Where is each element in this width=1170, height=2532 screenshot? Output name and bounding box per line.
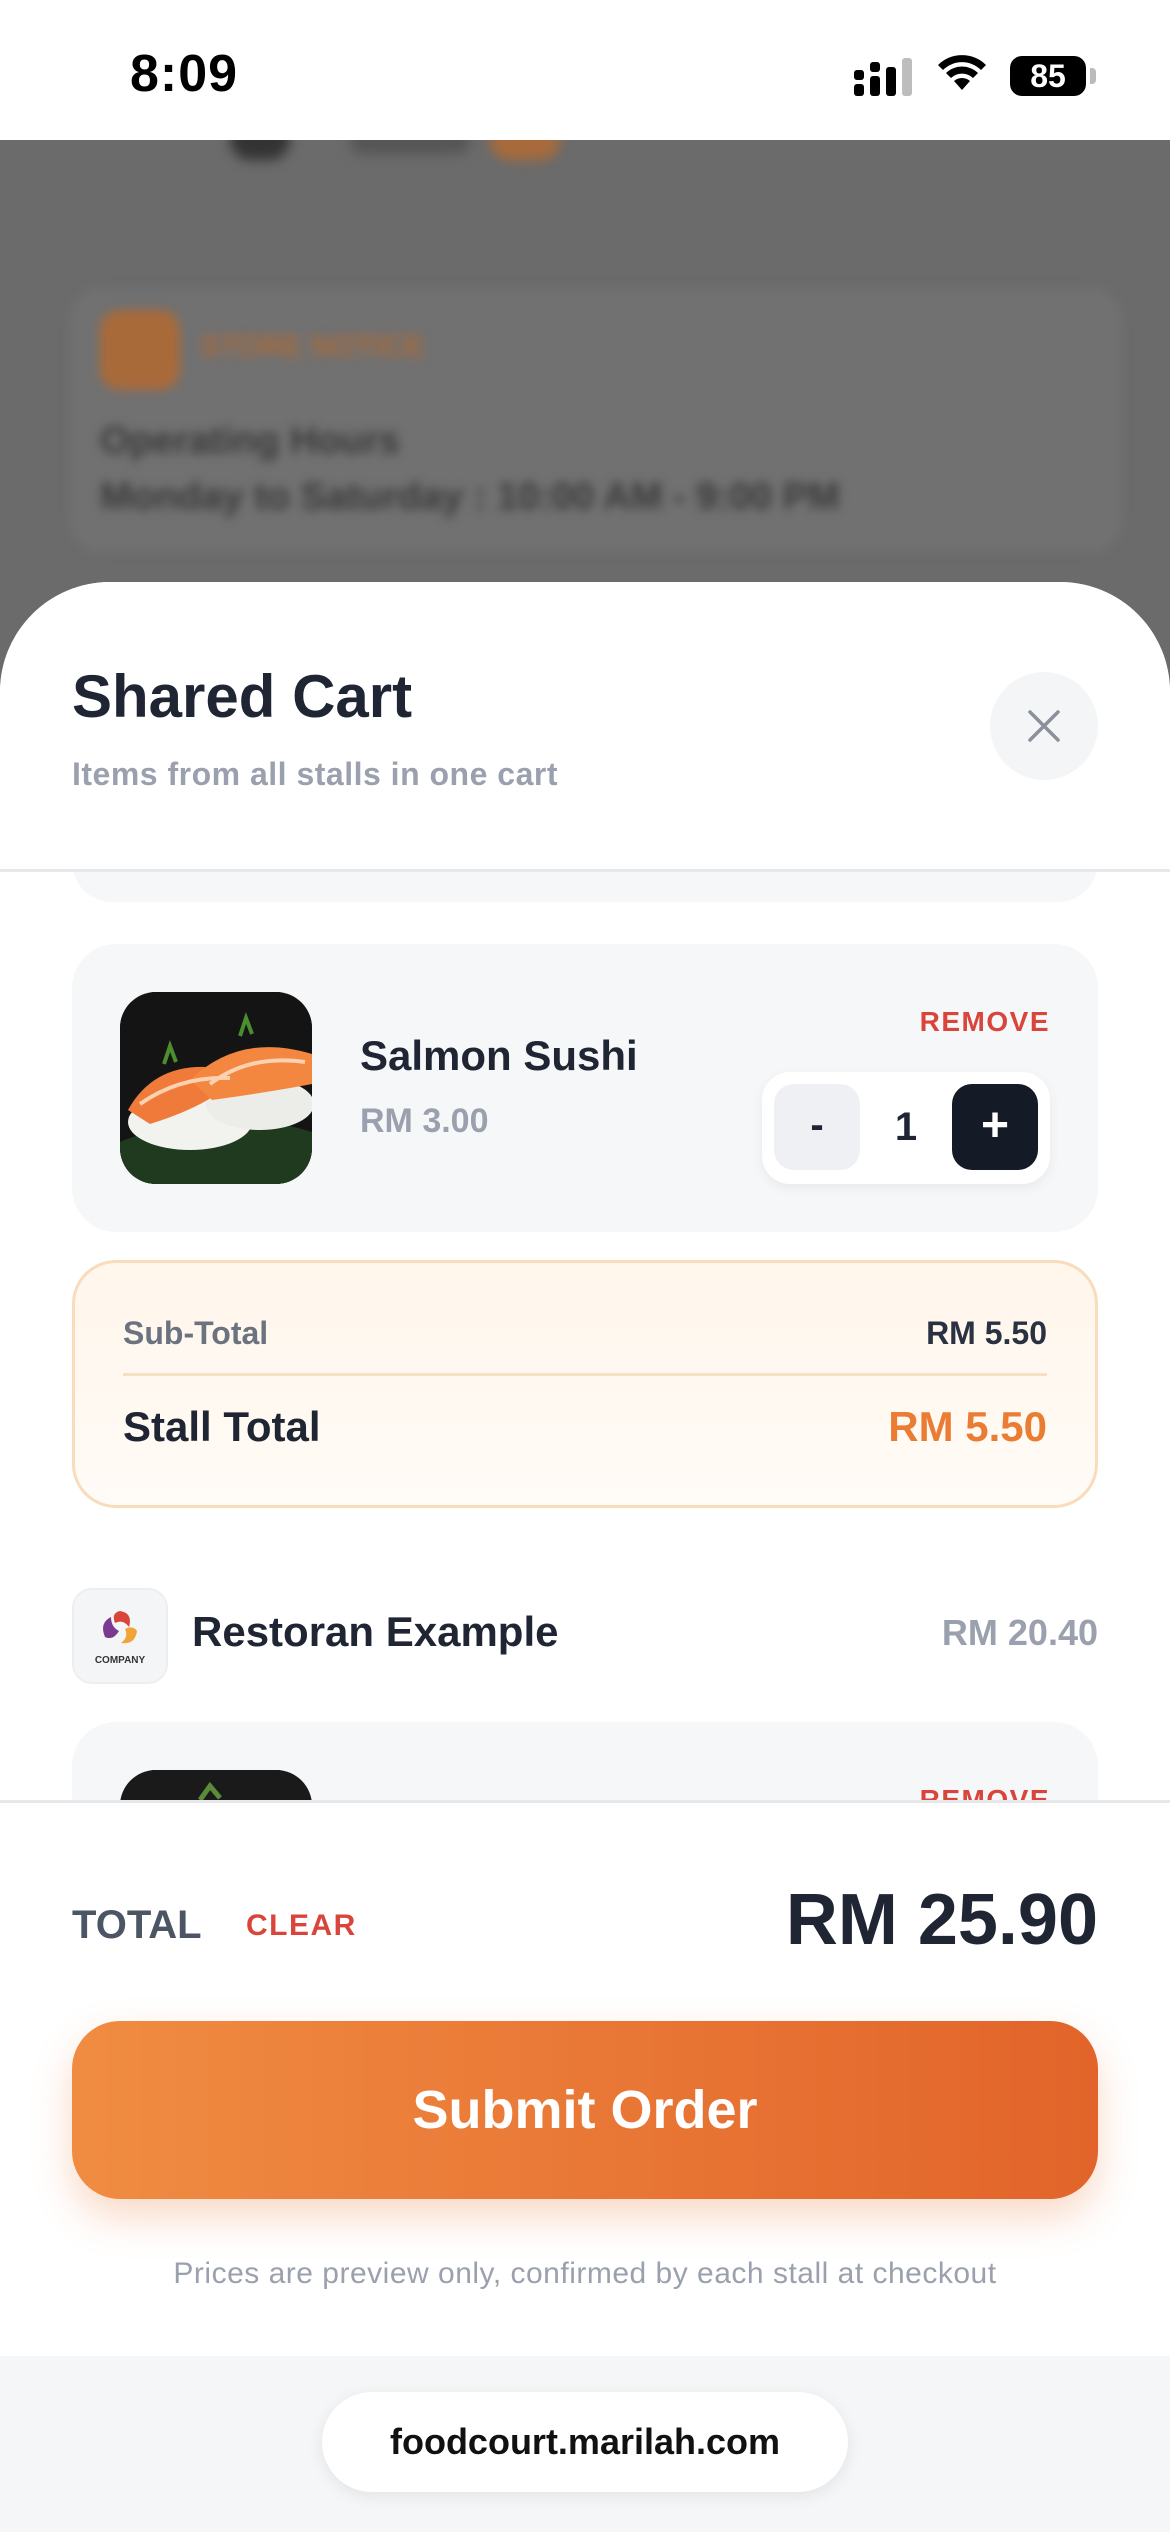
close-icon — [1028, 710, 1060, 742]
salmon-sushi-image — [120, 992, 312, 1184]
quantity-value: 1 — [894, 1105, 918, 1149]
sheet-subtitle: Items from all stalls in one cart — [72, 756, 558, 792]
battery-icon: 85 — [1010, 56, 1086, 96]
quantity-stepper: - 1 + — [762, 1072, 1050, 1184]
close-button[interactable] — [990, 672, 1098, 780]
stall-amount: RM 20.40 — [941, 1612, 1098, 1653]
stall-header: COMPANY Restoran Example RM 20.40 — [72, 1588, 1098, 1684]
remove-item-button[interactable]: REMOVE — [920, 1006, 1050, 1038]
clear-cart-button[interactable]: CLEAR — [246, 1909, 357, 1943]
stall-name: Restoran Example — [192, 1608, 559, 1655]
summary-divider — [123, 1373, 1047, 1376]
battery-cap — [1090, 68, 1096, 84]
subtotal-value: RM 5.50 — [926, 1315, 1047, 1351]
preview-note: Prices are preview only, confirmed by ea… — [173, 2257, 997, 2290]
company-logo-icon — [103, 1610, 137, 1643]
sheet-title: Shared Cart — [72, 663, 413, 730]
stall-summary-card: Sub-Total RM 5.50 Stall Total RM 5.50 — [72, 1260, 1098, 1508]
submit-order-button[interactable]: Submit Order — [72, 2021, 1098, 2199]
increase-quantity-button[interactable]: + — [952, 1084, 1038, 1170]
background-notice-icon — [100, 310, 180, 390]
page: 8:09 85 STORE NOTICE Operating Hours Mon… — [0, 0, 1170, 2532]
subtotal-label: Sub-Total — [123, 1315, 269, 1351]
item-price: RM 3.00 — [360, 1102, 489, 1140]
background-notice-label: STORE NOTICE — [200, 330, 425, 363]
total-label: TOTAL — [72, 1903, 202, 1947]
stall-total-value: RM 5.50 — [888, 1403, 1047, 1450]
browser-bar: foodcourt.marilah.com — [0, 2356, 1170, 2532]
item-image-salmon-sushi — [120, 992, 312, 1184]
url-bar[interactable]: foodcourt.marilah.com — [322, 2392, 848, 2492]
stall-total-label: Stall Total — [123, 1403, 321, 1450]
decrease-quantity-button[interactable]: - — [774, 1084, 860, 1170]
item-name: Salmon Sushi — [360, 1032, 638, 1079]
status-bar: 8:09 85 — [0, 0, 1170, 140]
background-blur-shape — [230, 140, 290, 160]
sheet-header: Shared Cart Items from all stalls in one… — [0, 582, 1170, 872]
stall-logo-text: COMPANY — [94, 1654, 146, 1666]
shared-cart-sheet: Shared Cart Items from all stalls in one… — [0, 582, 1170, 2532]
stall-logo: COMPANY — [72, 1588, 168, 1684]
background-blur-shape — [490, 140, 560, 160]
status-time: 8:09 — [130, 45, 239, 103]
background-hours-title: Operating Hours — [100, 420, 400, 462]
background-blur-shape — [350, 140, 470, 154]
signal-icon — [854, 58, 912, 96]
total-value: RM 25.90 — [785, 1880, 1098, 1960]
previous-item-card — [72, 872, 1098, 902]
wifi-icon — [938, 55, 986, 90]
cart-item-card: Salmon Sushi RM 3.00 REMOVE - 1 + — [72, 944, 1098, 1232]
background-hours-text: Monday to Saturday : 10:00 AM - 9:00 PM — [100, 476, 840, 518]
